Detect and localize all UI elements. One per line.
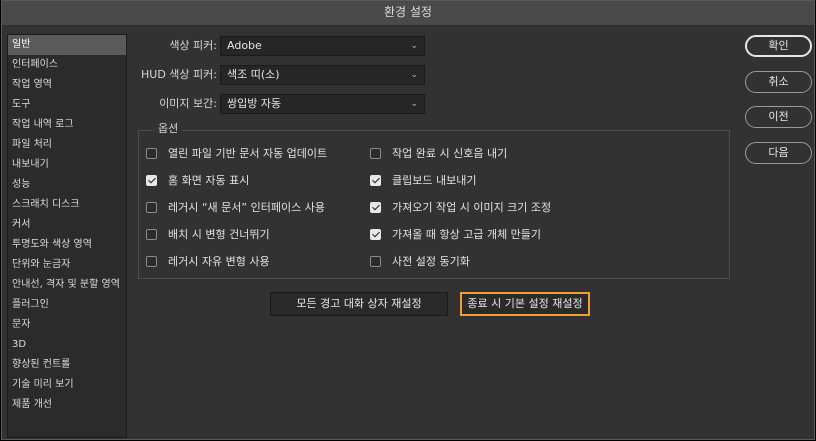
sidebar: 일반 인터페이스 작업 영역 도구 작업 내역 로그 파일 처리 내보내기 성능… — [7, 34, 127, 438]
options-legend: 옵션 — [154, 122, 183, 136]
sidebar-item-history-log[interactable]: 작업 내역 로그 — [8, 115, 126, 135]
sidebar-item-cursors[interactable]: 커서 — [8, 215, 126, 235]
ok-button[interactable]: 확인 — [745, 35, 812, 57]
interpolation-value: 쌍입방 자동 — [227, 97, 282, 110]
checkmark-icon[interactable] — [370, 229, 381, 240]
sidebar-item-export[interactable]: 내보내기 — [8, 155, 126, 175]
checkbox[interactable] — [146, 148, 157, 159]
reset-preferences-on-quit-button[interactable]: 종료 시 기본 설정 재설정 — [460, 292, 590, 316]
sidebar-item-general[interactable]: 일반 — [8, 35, 126, 55]
option-auto-update-open-docs[interactable]: 열린 파일 기반 문서 자동 업데이트 — [146, 147, 327, 163]
option-label: 배치 시 변형 건너뛰기 — [168, 228, 270, 241]
sidebar-item-interface[interactable]: 인터페이스 — [8, 55, 126, 75]
option-label: 열린 파일 기반 문서 자동 업데이트 — [168, 147, 328, 160]
reset-warning-dialogs-button[interactable]: 모든 경고 대화 상자 재설정 — [270, 292, 448, 316]
option-label: 레거시 “새 문서” 인터페이스 사용 — [168, 201, 325, 214]
option-label: 홈 화면 자동 표시 — [168, 174, 250, 187]
sidebar-item-type[interactable]: 문자 — [8, 315, 126, 335]
option-label: 레거시 자유 변형 사용 — [168, 255, 270, 268]
option-legacy-new-document[interactable]: 레거시 “새 문서” 인터페이스 사용 — [146, 201, 325, 217]
color-picker-label: 색상 피커: — [169, 39, 217, 52]
option-sync-presets[interactable]: 사전 설정 동기화 — [370, 255, 470, 271]
sidebar-item-units-rulers[interactable]: 단위와 눈금자 — [8, 255, 126, 275]
option-label: 작업 완료 시 신호음 내기 — [392, 147, 508, 160]
checkbox[interactable] — [370, 148, 381, 159]
interpolation-label: 이미지 보간: — [159, 97, 217, 110]
option-export-clipboard[interactable]: 클립보드 내보내기 — [370, 174, 476, 190]
window-title: 환경 설정 — [2, 1, 814, 26]
option-label: 사전 설정 동기화 — [392, 255, 470, 268]
sidebar-item-scratch-disks[interactable]: 스크래치 디스크 — [8, 195, 126, 215]
hud-color-picker-select[interactable]: 색조 띠(소) ⌄ — [220, 65, 425, 85]
checkmark-icon[interactable] — [370, 202, 381, 213]
sidebar-item-product-improvement[interactable]: 제품 개선 — [8, 395, 126, 415]
sidebar-item-performance[interactable]: 성능 — [8, 175, 126, 195]
chevron-down-icon: ⌄ — [410, 70, 418, 80]
color-picker-value: Adobe — [227, 39, 262, 52]
checkmark-icon[interactable] — [146, 175, 157, 186]
chevron-down-icon: ⌄ — [410, 99, 418, 109]
sidebar-item-file-handling[interactable]: 파일 처리 — [8, 135, 126, 155]
option-auto-show-home[interactable]: 홈 화면 자동 표시 — [146, 174, 249, 190]
option-label: 가져오기 작업 시 이미지 크기 조정 — [392, 201, 552, 214]
hud-color-picker-label: HUD 색상 피커: — [141, 68, 217, 81]
preferences-dialog: 환경 설정 일반 인터페이스 작업 영역 도구 작업 내역 로그 파일 처리 내… — [1, 0, 815, 440]
option-resize-image-on-place[interactable]: 가져오기 작업 시 이미지 크기 조정 — [370, 201, 551, 217]
sidebar-item-technology-previews[interactable]: 기술 미리 보기 — [8, 375, 126, 395]
sidebar-item-guides-grid-slices[interactable]: 안내선, 격자 및 분할 영역 — [8, 275, 126, 295]
checkbox[interactable] — [146, 229, 157, 240]
checkbox[interactable] — [370, 256, 381, 267]
option-beep-when-done[interactable]: 작업 완료 시 신호음 내기 — [370, 147, 507, 163]
interpolation-select[interactable]: 쌍입방 자동 ⌄ — [220, 94, 425, 114]
option-label: 가져올 때 항상 고급 개체 만들기 — [392, 228, 542, 241]
sidebar-item-workspace[interactable]: 작업 영역 — [8, 75, 126, 95]
option-always-create-smart-objects[interactable]: 가져올 때 항상 고급 개체 만들기 — [370, 228, 541, 244]
sidebar-item-enhanced-controls[interactable]: 향상된 컨트롤 — [8, 355, 126, 375]
checkbox[interactable] — [146, 256, 157, 267]
color-picker-select[interactable]: Adobe ⌄ — [220, 36, 425, 56]
prev-button[interactable]: 이전 — [745, 106, 812, 128]
checkbox[interactable] — [146, 202, 157, 213]
option-skip-transform-on-place[interactable]: 배치 시 변형 건너뛰기 — [146, 228, 270, 244]
sidebar-item-transparency-gamut[interactable]: 투명도와 색상 영역 — [8, 235, 126, 255]
chevron-down-icon: ⌄ — [410, 41, 418, 51]
sidebar-item-3d[interactable]: 3D — [8, 335, 126, 355]
sidebar-item-tools[interactable]: 도구 — [8, 95, 126, 115]
cancel-button[interactable]: 취소 — [745, 71, 812, 93]
sidebar-item-plugins[interactable]: 플러그인 — [8, 295, 126, 315]
option-legacy-free-transform[interactable]: 레거시 자유 변형 사용 — [146, 255, 270, 271]
checkmark-icon[interactable] — [370, 175, 381, 186]
hud-color-picker-value: 색조 띠(소) — [227, 68, 280, 81]
option-label: 클립보드 내보내기 — [392, 174, 477, 187]
next-button[interactable]: 다음 — [745, 142, 812, 164]
